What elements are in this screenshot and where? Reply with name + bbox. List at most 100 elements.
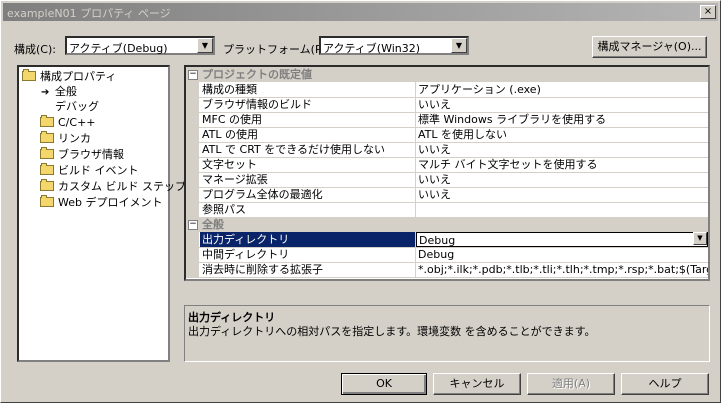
collapse-icon[interactable]: −: [188, 70, 198, 80]
property-value[interactable]: Debug: [416, 232, 708, 247]
property-value[interactable]: いいえ: [416, 172, 708, 187]
category-label: プロジェクトの既定値: [202, 68, 312, 81]
property-name[interactable]: 中間ディレクトリ: [200, 247, 416, 262]
tree-item-label: カスタム ビルド ステップ: [58, 180, 186, 193]
tree-item-label: ビルド イベント: [58, 164, 139, 177]
property-value[interactable]: 標準 Windows ライブラリを使用する: [416, 112, 708, 127]
property-name[interactable]: ブラウザ情報のビルド: [200, 97, 416, 112]
property-name[interactable]: ATL の使用: [200, 127, 416, 142]
tree-item-label: リンカ: [58, 132, 91, 145]
description-panel: 出力ディレクトリ 出力ディレクトリへの相対パスを指定します。環境変数 を含めるこ…: [184, 305, 710, 362]
property-name[interactable]: 文字セット: [200, 157, 416, 172]
row-gutter: [186, 202, 199, 218]
window-title: exampleN01 プロパティ ページ: [7, 7, 171, 20]
tree-item-config-properties[interactable]: 構成プロパティ: [22, 69, 116, 85]
tree-item-web-deployment[interactable]: Web デプロイメント: [40, 195, 162, 211]
property-value[interactable]: ATL を使用しない: [416, 127, 708, 142]
ok-button[interactable]: OK: [341, 373, 427, 395]
description-text: 出力ディレクトリへの相対パスを指定します。環境変数 を含めることができます。: [188, 325, 596, 338]
chevron-down-icon[interactable]: ▼: [693, 232, 707, 245]
tree-item-label: 全般: [55, 85, 77, 98]
property-name[interactable]: マネージ拡張: [200, 172, 416, 187]
row-gutter: [186, 127, 199, 143]
folder-open-icon: [22, 69, 36, 81]
config-manager-button[interactable]: 構成マネージャ(O)...: [592, 36, 707, 58]
property-tree: 構成プロパティ ➔ 全般 デバッグ C/C++ リンカ ブラウザ情報 ビルド イベ…: [17, 65, 186, 362]
tree-item-label: デバッグ: [55, 100, 99, 113]
close-button[interactable]: ×: [700, 5, 716, 19]
property-row[interactable]: 消去時に削除する拡張子 *.obj;*.ilk;*.pdb;*.tlb;*.tli…: [186, 262, 708, 278]
property-name[interactable]: 消去時に削除する拡張子: [200, 262, 416, 277]
property-row[interactable]: ブラウザ情報のビルド いいえ: [186, 97, 708, 113]
property-value[interactable]: [416, 202, 708, 217]
collapse-icon[interactable]: −: [188, 220, 198, 230]
property-row[interactable]: ATL の使用 ATL を使用しない: [186, 127, 708, 143]
property-row[interactable]: 参照パス: [186, 202, 708, 218]
property-name[interactable]: MFC の使用: [200, 112, 416, 127]
tree-item-build-events[interactable]: ビルド イベント: [40, 163, 139, 179]
category-label: 全般: [202, 218, 224, 231]
property-row[interactable]: 構成の種類 アプリケーション (.exe): [186, 82, 708, 98]
property-value[interactable]: いいえ: [416, 187, 708, 202]
folder-icon: [40, 179, 54, 191]
property-name[interactable]: ATL で CRT をできるだけ使用しない: [200, 142, 416, 157]
row-gutter: [186, 262, 199, 278]
property-row[interactable]: 中間ディレクトリ Debug: [186, 247, 708, 263]
row-gutter: [186, 82, 199, 98]
config-value: アクティブ(Debug): [69, 42, 168, 55]
category-project-defaults[interactable]: − プロジェクトの既定値: [186, 67, 708, 82]
property-value[interactable]: *.obj;*.ilk;*.pdb;*.tlb;*.tli;*.tlh;*.tm…: [416, 262, 708, 277]
tree-item-label: Web デプロイメント: [58, 196, 163, 209]
tree-item-label: ブラウザ情報: [58, 148, 124, 161]
row-gutter: [186, 157, 199, 173]
folder-icon: [40, 115, 54, 127]
property-value[interactable]: アプリケーション (.exe): [416, 82, 708, 97]
folder-icon: [40, 195, 54, 207]
tree-item-general[interactable]: ➔ 全般: [41, 84, 77, 100]
platform-value: アクティブ(Win32): [323, 42, 421, 55]
property-name[interactable]: プログラム全体の最適化: [200, 187, 416, 202]
property-name[interactable]: 参照パス: [200, 202, 416, 217]
config-dropdown[interactable]: アクティブ(Debug) ▼: [65, 36, 215, 55]
help-button[interactable]: ヘルプ: [621, 373, 709, 395]
cancel-button[interactable]: キャンセル: [433, 373, 521, 395]
property-value[interactable]: いいえ: [416, 97, 708, 112]
row-gutter: [186, 142, 199, 158]
folder-icon: [40, 147, 54, 159]
row-gutter: [186, 112, 199, 128]
arrow-right-icon: ➔: [41, 87, 50, 98]
tree-item-debug[interactable]: デバッグ: [55, 99, 99, 115]
property-row[interactable]: 文字セット マルチ バイト文字セットを使用する: [186, 157, 708, 173]
config-label: 構成(C):: [14, 43, 56, 56]
property-value[interactable]: いいえ: [416, 142, 708, 157]
apply-button[interactable]: 適用(A): [527, 373, 615, 395]
property-pages-dialog: exampleN01 プロパティ ページ × 構成(C): アクティブ(Debu…: [0, 0, 721, 403]
row-gutter: [186, 232, 199, 248]
property-name[interactable]: 出力ディレクトリ: [200, 232, 416, 247]
property-row[interactable]: MFC の使用 標準 Windows ライブラリを使用する: [186, 112, 708, 128]
tree-item-cpp[interactable]: C/C++: [40, 115, 96, 131]
folder-icon: [40, 131, 54, 143]
tree-item-linker[interactable]: リンカ: [40, 131, 91, 147]
property-name[interactable]: 構成の種類: [200, 82, 416, 97]
tree-item-custom-build-step[interactable]: カスタム ビルド ステップ: [40, 179, 186, 195]
tree-item-label: C/C++: [58, 116, 96, 129]
property-value[interactable]: マルチ バイト文字セットを使用する: [416, 157, 708, 172]
property-row[interactable]: 出力ディレクトリ Debug ▼: [186, 232, 708, 248]
category-general[interactable]: − 全般: [186, 217, 708, 232]
row-gutter: [186, 172, 199, 188]
property-row[interactable]: マネージ拡張 いいえ: [186, 172, 708, 188]
row-gutter: [186, 187, 199, 203]
chevron-down-icon[interactable]: ▼: [197, 38, 213, 53]
folder-icon: [40, 163, 54, 175]
platform-dropdown[interactable]: アクティブ(Win32) ▼: [319, 36, 469, 55]
property-grid: − プロジェクトの既定値 構成の種類 アプリケーション (.exe) ブラウザ情報の…: [184, 65, 710, 281]
row-gutter: [186, 97, 199, 113]
property-row[interactable]: ATL で CRT をできるだけ使用しない いいえ: [186, 142, 708, 158]
title-bar[interactable]: exampleN01 プロパティ ページ ×: [3, 3, 718, 21]
property-value[interactable]: Debug: [416, 247, 708, 262]
tree-item-browse-info[interactable]: ブラウザ情報: [40, 147, 124, 163]
property-row[interactable]: プログラム全体の最適化 いいえ: [186, 187, 708, 203]
chevron-down-icon[interactable]: ▼: [451, 38, 467, 53]
tree-item-label: 構成プロパティ: [40, 70, 117, 83]
